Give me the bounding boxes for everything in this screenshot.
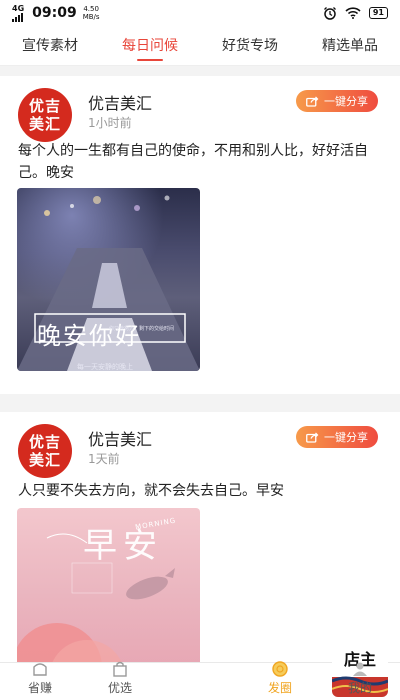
share-button[interactable]: 一键分享 — [296, 90, 378, 112]
post-image[interactable]: 早安 MORNING — [17, 508, 200, 668]
alarm-icon — [323, 7, 336, 20]
post-text: 人只要不失去方向，就不会失去自己。早安 — [18, 483, 284, 499]
image-main-text: 晚安你好 — [37, 322, 141, 350]
avatar[interactable]: 优吉 美汇 — [18, 424, 72, 478]
author-name: 优吉美汇 — [88, 94, 153, 113]
wallet-icon — [33, 663, 47, 676]
post-card: 优吉 美汇 优吉美汇 1小时前 一键分享 每个人的一生都有自己的使命，不用和别人… — [0, 76, 400, 394]
tab-promo-material[interactable]: 宣传素材 — [0, 26, 100, 65]
app-screen: 4G 09:09 4.50 MB/s 91 宣传素材 每日问候 好货专场 精选单… — [0, 0, 400, 700]
post-time: 1天前 — [88, 452, 120, 466]
user-icon — [353, 662, 367, 676]
post-time: 1小时前 — [88, 116, 132, 130]
nav-save-earn[interactable]: 省赚 — [0, 663, 80, 700]
moments-icon — [272, 661, 288, 677]
tab-daily-greeting[interactable]: 每日问候 — [100, 26, 200, 65]
bottom-nav: 省赚 优选 店主 发圈 我的 — [0, 647, 400, 700]
share-icon — [306, 432, 319, 443]
status-bar: 4G 09:09 4.50 MB/s 91 — [0, 0, 400, 26]
clock: 09:09 — [32, 5, 77, 21]
avatar[interactable]: 优吉 美汇 — [18, 88, 72, 142]
tab-good-deals[interactable]: 好货专场 — [200, 26, 300, 65]
category-tabs: 宣传素材 每日问候 好货专场 精选单品 — [0, 26, 400, 66]
author-name: 优吉美汇 — [88, 430, 153, 449]
post-text: 每个人的一生都有自己的使命，不用和别人比，好好活自己。晚安 — [18, 143, 368, 181]
shopping-bag-icon — [113, 661, 127, 677]
network-type: 4G — [12, 3, 25, 13]
nav-mine[interactable]: 我的 — [320, 662, 400, 700]
signal-icon: 4G — [12, 3, 25, 22]
share-label: 一键分享 — [324, 431, 368, 444]
battery-icon: 91 — [368, 7, 388, 19]
nav-selection[interactable]: 优选 — [80, 661, 160, 700]
post-card: 优吉 美汇 优吉美汇 1天前 一键分享 人只要不失去方向，就不会失去自己。早安 … — [0, 412, 400, 668]
network-speed: 4.50 MB/s — [82, 5, 100, 21]
share-button[interactable]: 一键分享 — [296, 426, 378, 448]
tab-selected-items[interactable]: 精选单品 — [300, 26, 400, 65]
post-image[interactable]: 晚安你好 你只管努力，剩下的交给时间 每一天安静的晚上 — [17, 188, 200, 371]
wifi-icon — [345, 7, 361, 19]
image-bottom-text: 每一天安静的晚上 — [77, 363, 133, 371]
share-icon — [306, 96, 319, 107]
share-label: 一键分享 — [324, 95, 368, 108]
nav-moments[interactable]: 发圈 — [240, 661, 320, 700]
image-small-text: 你只管努力，剩下的交给时间 — [109, 326, 175, 332]
nav-shop-owner[interactable]: 店主 — [160, 647, 388, 700]
